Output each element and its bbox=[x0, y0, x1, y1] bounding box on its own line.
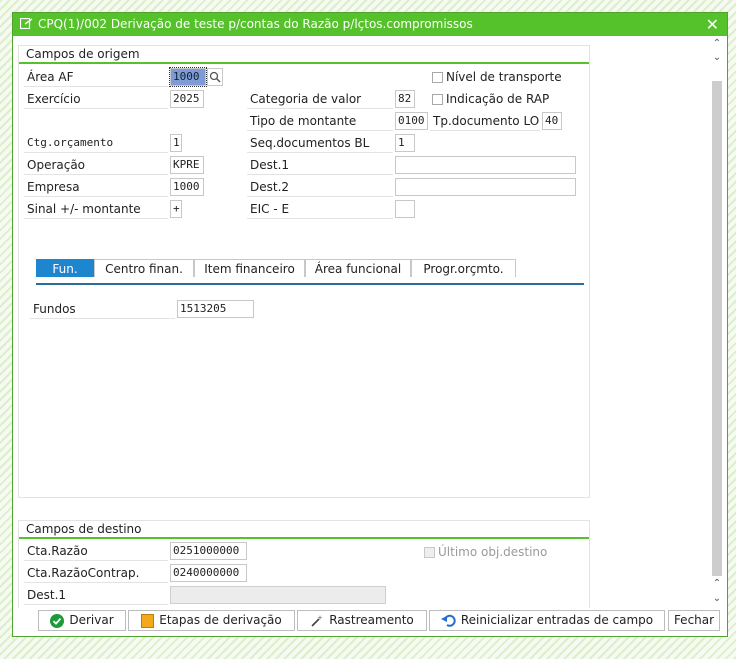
dest1-origin-label: Dest.1 bbox=[247, 155, 393, 175]
tab-area-funcional[interactable]: Área funcional bbox=[305, 259, 411, 277]
scroll-top-icon[interactable]: ⌃ bbox=[709, 38, 725, 49]
cta-razao-field[interactable]: 0251000000 bbox=[170, 542, 247, 560]
empresa-label: Empresa bbox=[24, 177, 168, 197]
rastreamento-button[interactable]: Rastreamento bbox=[297, 610, 427, 631]
dest1-destination-label: Dest.1 bbox=[24, 585, 168, 605]
scroll-bottom-icon[interactable]: ⌄ bbox=[709, 593, 725, 604]
checkmark-icon bbox=[50, 613, 65, 628]
etapas-derivacao-label: Etapas de derivação bbox=[159, 613, 282, 627]
sinal-montante-field[interactable]: + bbox=[170, 200, 182, 218]
search-help-icon[interactable] bbox=[207, 68, 223, 86]
tipo-montante-label: Tipo de montante bbox=[247, 111, 393, 131]
tp-documento-lo-label: Tp.documento LO bbox=[430, 111, 540, 131]
fundos-field[interactable]: 1513205 bbox=[177, 300, 254, 318]
cta-razao-contrap-field[interactable]: 0240000000 bbox=[170, 564, 247, 582]
dialog-icon bbox=[20, 18, 33, 29]
scroll-thumb[interactable] bbox=[712, 81, 722, 576]
dest2-origin-field[interactable] bbox=[395, 178, 576, 196]
etapas-derivacao-button[interactable]: Etapas de derivação bbox=[128, 610, 295, 631]
ultimo-obj-label: Último obj.destino bbox=[438, 545, 548, 559]
indicacao-rap-checkbox[interactable] bbox=[432, 94, 443, 105]
title-bar: CPQ(1)/002 Derivação de teste p/contas d… bbox=[13, 13, 727, 36]
content-area: Campos de origem Área AF 1000 Exercício … bbox=[18, 45, 698, 608]
eic-label: EIC - E bbox=[247, 199, 393, 219]
operacao-field[interactable]: KPRE bbox=[170, 156, 204, 174]
ultimo-obj-checkbox bbox=[424, 547, 435, 558]
area-af-label: Área AF bbox=[24, 67, 168, 87]
dest2-origin-label: Dest.2 bbox=[247, 177, 393, 197]
derivation-steps-icon bbox=[141, 613, 155, 628]
area-af-field[interactable]: 1000 bbox=[169, 67, 207, 87]
empresa-field[interactable]: 1000 bbox=[170, 178, 204, 196]
nivel-transporte-checkbox[interactable] bbox=[432, 72, 443, 83]
ctg-orcamento-field[interactable]: 1 bbox=[170, 134, 182, 152]
seq-documentos-field[interactable]: 1 bbox=[395, 134, 415, 152]
origin-group-title: Campos de origem bbox=[19, 46, 589, 64]
tipo-montante-field[interactable]: 0100 bbox=[395, 112, 428, 130]
tab-progr-orcmto[interactable]: Progr.orçmto. bbox=[411, 259, 516, 277]
indicacao-rap-label: Indicação de RAP bbox=[446, 92, 550, 106]
tab-underline bbox=[36, 283, 584, 285]
fechar-button[interactable]: Fechar bbox=[668, 610, 720, 631]
rastreamento-label: Rastreamento bbox=[329, 613, 414, 627]
derivar-label: Derivar bbox=[69, 613, 114, 627]
cta-razao-label: Cta.Razão bbox=[24, 541, 168, 561]
ctg-orcamento-label: Ctg.orçamento bbox=[24, 133, 168, 153]
scroll-down-icon[interactable]: ⌃ bbox=[709, 578, 725, 589]
dest1-destination-field bbox=[170, 586, 386, 604]
close-icon[interactable]: ✕ bbox=[706, 15, 719, 34]
reinicializar-button[interactable]: Reinicializar entradas de campo bbox=[429, 610, 665, 631]
tab-centro-finan[interactable]: Centro finan. bbox=[94, 259, 194, 277]
exercicio-label: Exercício bbox=[24, 89, 168, 109]
exercicio-field[interactable]: 2025 bbox=[170, 90, 204, 108]
dialog-window: CPQ(1)/002 Derivação de teste p/contas d… bbox=[12, 12, 728, 637]
reinicializar-label: Reinicializar entradas de campo bbox=[460, 613, 654, 627]
button-bar: Derivar Etapas de derivação Rastreamento… bbox=[13, 610, 727, 636]
tp-documento-lo-field[interactable]: 40 bbox=[542, 112, 562, 130]
sinal-montante-label: Sinal +/- montante bbox=[24, 199, 168, 219]
operacao-label: Operação bbox=[24, 155, 168, 175]
nivel-transporte-label: Nível de transporte bbox=[446, 70, 562, 84]
dest1-origin-field[interactable] bbox=[395, 156, 576, 174]
window-title: CPQ(1)/002 Derivação de teste p/contas d… bbox=[38, 17, 473, 31]
vertical-scrollbar[interactable]: ⌃ ⌄ ⌃ ⌄ bbox=[709, 38, 725, 614]
magic-wand-icon bbox=[311, 614, 323, 627]
tab-fun[interactable]: Fun. bbox=[36, 259, 94, 277]
fechar-label: Fechar bbox=[673, 613, 715, 627]
scroll-up-icon[interactable]: ⌄ bbox=[709, 52, 725, 63]
seq-documentos-label: Seq.documentos BL bbox=[247, 133, 393, 153]
derivar-button[interactable]: Derivar bbox=[38, 610, 126, 631]
tab-item-financeiro[interactable]: Item financeiro bbox=[194, 259, 305, 277]
undo-icon bbox=[440, 614, 456, 627]
eic-field[interactable] bbox=[395, 200, 415, 218]
fundos-label: Fundos bbox=[30, 299, 175, 319]
destination-group-title: Campos de destino bbox=[19, 521, 589, 539]
categoria-valor-label: Categoria de valor bbox=[247, 89, 393, 109]
categoria-valor-field[interactable]: 82 bbox=[395, 90, 415, 108]
cta-razao-contrap-label: Cta.RazãoContrap. bbox=[24, 563, 168, 583]
